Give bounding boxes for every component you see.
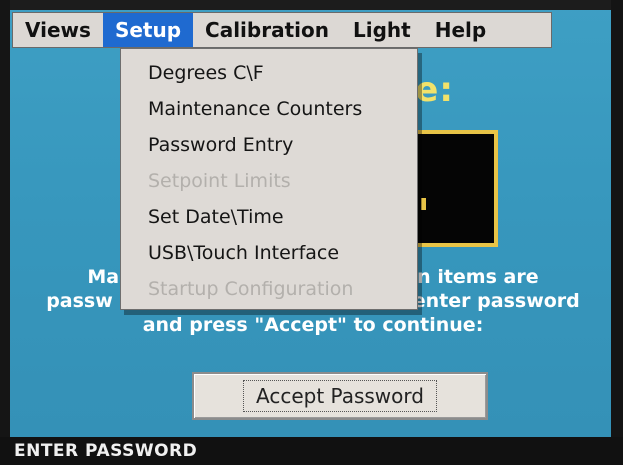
accept-password-button[interactable]: Accept Password <box>192 372 488 420</box>
instructions-line-2-right: enter password <box>412 290 580 312</box>
bezel-left <box>0 0 10 465</box>
bezel-top <box>0 0 623 10</box>
menu-setup[interactable]: Setup <box>102 13 194 47</box>
menu-help[interactable]: Help <box>423 13 498 47</box>
menu-item-setpoint-limits: Setpoint Limits <box>148 170 291 192</box>
status-bar: ENTER PASSWORD <box>0 437 623 465</box>
menu-light[interactable]: Light <box>341 13 423 47</box>
text-cursor <box>421 198 426 210</box>
menu-item-maintenance-counters[interactable]: Maintenance Counters <box>121 91 417 127</box>
menu-item-set-date-time[interactable]: Set Date\Time <box>121 199 417 235</box>
instructions-line-3: and press "Accept" to continue: <box>142 314 484 336</box>
bezel-right <box>611 0 623 465</box>
menu-item-usb-touch-interface[interactable]: USB\Touch Interface <box>121 235 417 271</box>
status-text: ENTER PASSWORD <box>14 441 198 461</box>
menu-item-password-entry[interactable]: Password Entry <box>121 127 417 163</box>
menu-item-startup-configuration: Startup Configuration <box>148 278 354 300</box>
device-screen: ance: Maon items are passwenter password… <box>0 0 623 465</box>
instructions-line-1-left: Ma <box>87 266 120 288</box>
menu-bar: Views Setup Calibration Light Help <box>12 12 552 48</box>
setup-dropdown-menu: Degrees C\F Maintenance Counters Passwor… <box>120 48 418 310</box>
menu-calibration[interactable]: Calibration <box>193 13 341 47</box>
instructions-line-1-right: on items are <box>404 266 539 288</box>
instructions-line-2-left: passw <box>46 290 113 312</box>
menu-item-degrees[interactable]: Degrees C\F <box>121 55 417 91</box>
menu-views[interactable]: Views <box>13 13 103 47</box>
accept-password-label: Accept Password <box>243 380 437 412</box>
